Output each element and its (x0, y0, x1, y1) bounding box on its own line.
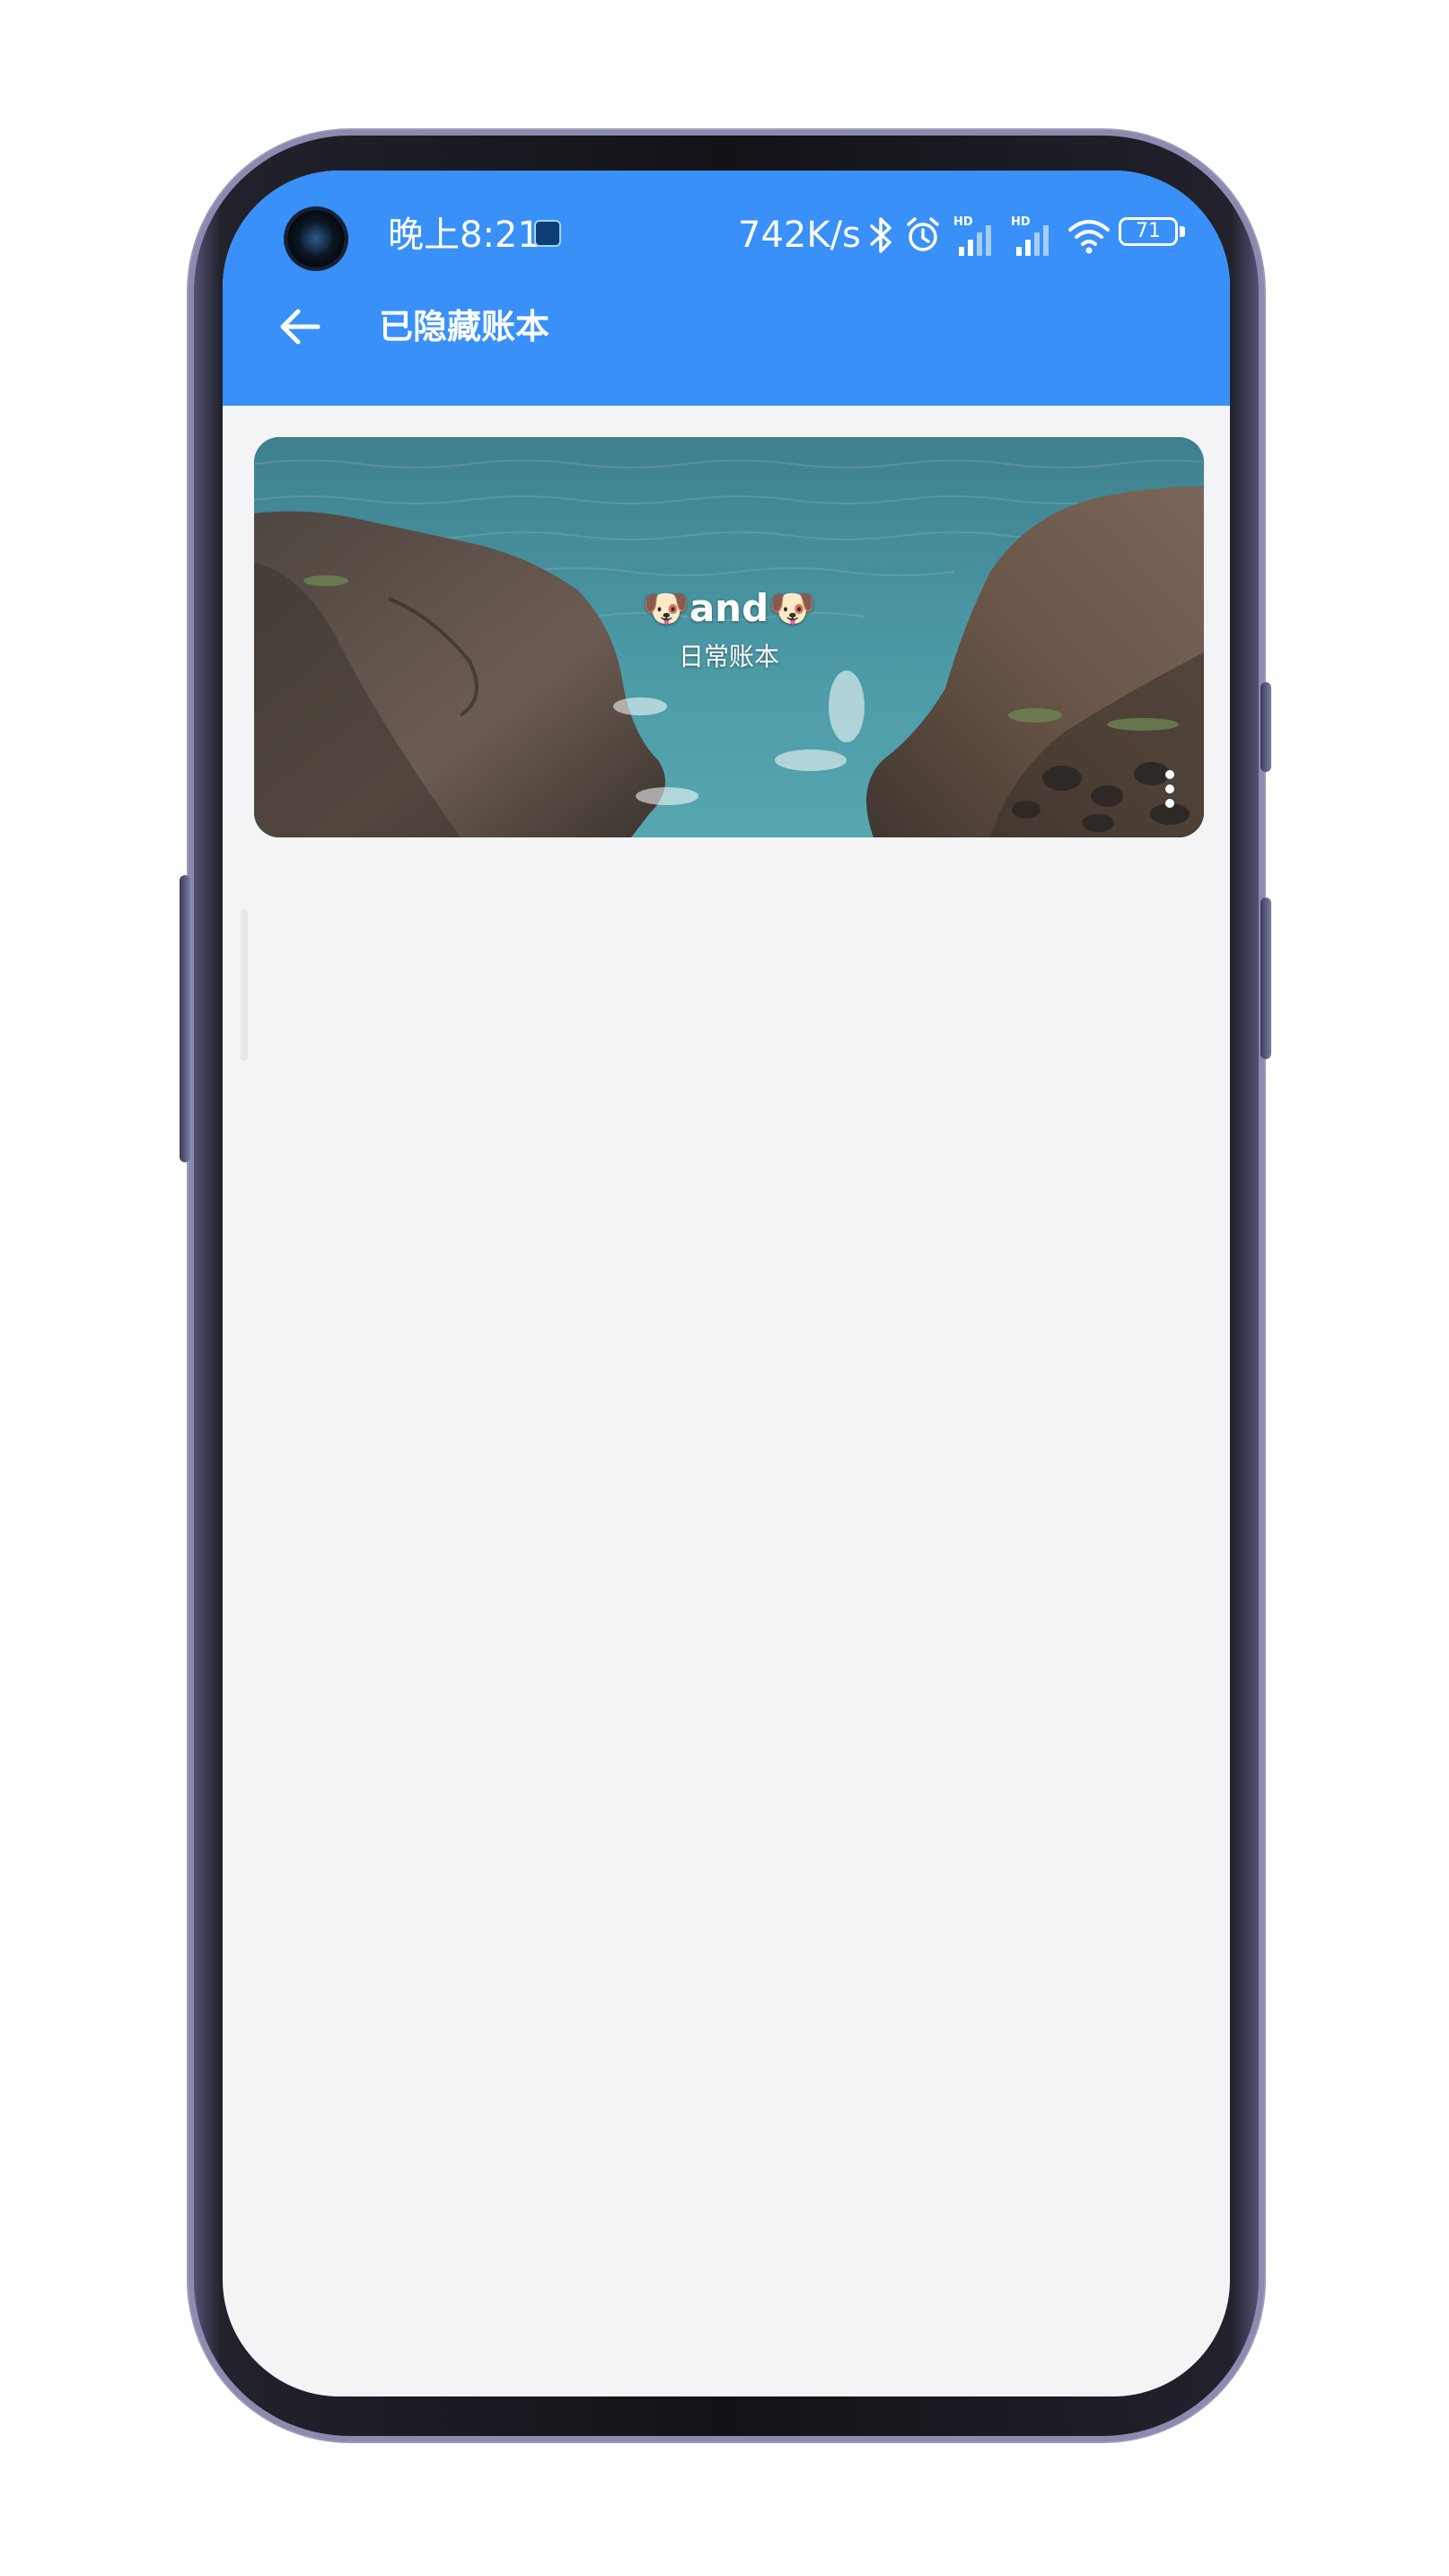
more-vertical-icon[interactable] (1152, 762, 1188, 816)
more-dot (1165, 799, 1174, 808)
notification-app-icon (534, 220, 561, 247)
wifi-icon (1068, 220, 1110, 254)
front-camera (287, 210, 345, 267)
status-icons: HD HD (867, 210, 1111, 260)
more-dot (1165, 784, 1174, 793)
svg-text:HD: HD (953, 215, 973, 229)
power-button-lower (1260, 898, 1271, 1059)
alarm-icon (907, 217, 939, 251)
network-speed: 742K/s (738, 215, 861, 256)
svg-text:HD: HD (1011, 215, 1031, 229)
phone-screen: 晚上8:21 742K/s HD HD 71 已隐藏账本 🐶and🐶 日常账本 (223, 171, 1230, 2396)
ledger-type: 日常账本 (678, 642, 779, 671)
more-dot (1165, 770, 1174, 779)
scroll-indicator (241, 908, 248, 1061)
ledger-name: 🐶and🐶 (642, 586, 816, 630)
battery-icon: 71 (1119, 217, 1178, 246)
ledger-card[interactable]: 🐶and🐶 日常账本 (254, 437, 1204, 837)
power-button-upper (1260, 682, 1271, 772)
signal-hd-2-icon: HD (1011, 215, 1049, 256)
page-title: 已隐藏账本 (379, 307, 550, 346)
signal-hd-1-icon: HD (953, 215, 991, 256)
back-button[interactable] (269, 296, 330, 357)
status-time: 晚上8:21 (388, 215, 540, 256)
bluetooth-icon (870, 217, 891, 253)
arrow-left-icon (280, 309, 321, 345)
battery-level: 71 (1136, 220, 1161, 242)
sea-rocks-photo (254, 437, 1204, 837)
volume-button (180, 875, 190, 1162)
battery-tip (1180, 226, 1185, 237)
app-bar: 晚上8:21 742K/s HD HD 71 已隐藏账本 (223, 171, 1230, 406)
